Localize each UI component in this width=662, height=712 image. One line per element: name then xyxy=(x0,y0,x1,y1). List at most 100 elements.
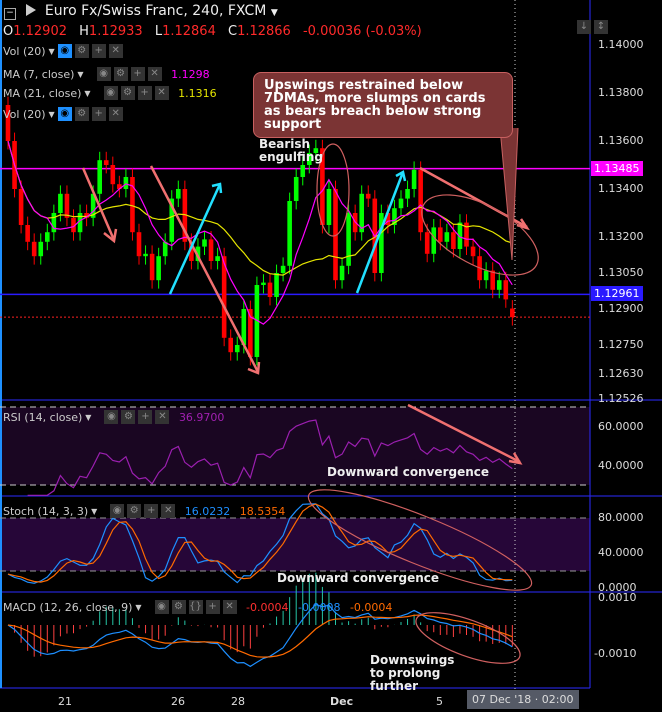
macd-tick: 0.0010 xyxy=(598,591,637,604)
close-icon[interactable]: ✕ xyxy=(147,67,162,81)
candle-down xyxy=(470,246,476,257)
legend-macd[interactable]: MACD (12, 26, close, 9) ▼ ◉ ⚙{} + ✕ -0.0004 … xyxy=(3,600,392,614)
price-tick: 1.12630 xyxy=(598,366,644,380)
macd-line-value: -0.0008 xyxy=(297,600,341,614)
close-icon[interactable]: ✕ xyxy=(108,107,123,121)
legend-vol-2[interactable]: Vol (20) ▼ ◉ ⚙ + ✕ xyxy=(3,107,123,121)
macd-hist-value: -0.0004 xyxy=(246,600,289,614)
open-value: 1.12902 xyxy=(13,24,67,39)
close-icon[interactable]: ✕ xyxy=(108,44,123,58)
gear-icon[interactable]: ⚙ xyxy=(113,67,128,81)
legend-stoch[interactable]: Stoch (14, 3, 3) ▼ ◉ ⚙ + ✕ 16.0232 18.5354 xyxy=(3,504,285,518)
plus-icon[interactable]: + xyxy=(137,86,152,100)
plus-icon[interactable]: + xyxy=(138,410,153,424)
candle-up xyxy=(293,177,299,201)
close-icon[interactable]: ✕ xyxy=(222,600,237,614)
candle-down xyxy=(451,232,456,249)
close-icon[interactable]: ✕ xyxy=(154,86,169,100)
plus-icon[interactable]: + xyxy=(144,504,159,518)
time-tick: 5 xyxy=(436,695,443,708)
high-value: 1.12933 xyxy=(88,24,143,39)
plus-icon[interactable]: + xyxy=(91,107,106,121)
candle-up xyxy=(431,227,437,254)
candle-up xyxy=(123,177,129,189)
gear-icon[interactable]: ⚙ xyxy=(74,44,89,58)
braces-icon[interactable]: {} xyxy=(188,600,203,614)
change-value: -0.00036 (-0.03%) xyxy=(302,24,422,39)
scale-fit-icon[interactable]: ↕ xyxy=(594,20,608,34)
candle-up xyxy=(261,282,266,285)
chart-title-bar[interactable]: − Euro Fx/Swiss Franc, 240, FXCM ▼ xyxy=(4,3,278,20)
candle-up xyxy=(58,193,63,213)
eye-icon[interactable]: ◉ xyxy=(103,86,118,100)
gear-icon[interactable]: ⚙ xyxy=(127,504,142,518)
legend-vol-1[interactable]: Vol (20) ▼ ◉ ⚙ + ✕ xyxy=(3,44,123,58)
price-tick: 1.12900 xyxy=(598,302,644,315)
eye-icon[interactable]: ◉ xyxy=(57,44,72,58)
candle-up xyxy=(97,160,102,194)
gear-icon[interactable]: ⚙ xyxy=(171,600,186,614)
candle-down xyxy=(110,165,116,185)
candle-up xyxy=(234,345,240,353)
candle-down xyxy=(103,160,109,165)
gear-icon[interactable]: ⚙ xyxy=(121,410,136,424)
rsi-tick: 60.0000 xyxy=(598,420,644,433)
legend-ma7[interactable]: MA (7, close) ▼ ◉ ⚙ + ✕ 1.1298 xyxy=(3,67,210,81)
macd-note: Downswings to prolong further xyxy=(370,653,455,693)
resistance-price-tag: 1.13485 xyxy=(591,161,643,176)
price-tick: 1.13400 xyxy=(598,182,644,195)
eye-icon[interactable]: ◉ xyxy=(57,107,72,121)
gear-icon[interactable]: ⚙ xyxy=(74,107,89,121)
price-tick: 1.14000 xyxy=(598,38,644,51)
candle-down xyxy=(267,282,273,297)
plus-icon[interactable]: + xyxy=(130,67,145,81)
support-price-tag: 1.12961 xyxy=(591,286,643,301)
plus-icon[interactable]: + xyxy=(91,44,106,58)
legend-rsi[interactable]: RSI (14, close) ▼ ◉ ⚙ + ✕ 36.9700 xyxy=(3,410,224,424)
collapse-icon[interactable]: − xyxy=(4,8,16,20)
plus-icon[interactable]: + xyxy=(205,600,220,614)
gear-icon[interactable]: ⚙ xyxy=(120,86,135,100)
candle-up xyxy=(51,213,57,233)
symbol-title[interactable]: Euro Fx/Swiss Franc, 240, FXCM xyxy=(45,3,266,19)
low-value: 1.12864 xyxy=(162,24,216,39)
candle-down xyxy=(18,189,24,225)
candle-up xyxy=(339,265,345,281)
price-tick: 1.13800 xyxy=(598,86,644,99)
candle-down xyxy=(31,241,37,257)
eye-icon[interactable]: ◉ xyxy=(104,410,119,424)
legend-ma21[interactable]: MA (21, close) ▼ ◉ ⚙ + ✕ 1.1316 xyxy=(3,86,217,100)
callout-note[interactable]: Upswings restrained below 7DMAs, more sl… xyxy=(253,72,513,138)
candle-up xyxy=(215,256,220,261)
close-icon[interactable]: ✕ xyxy=(155,410,170,424)
time-tick: Dec xyxy=(330,695,354,708)
candle-up xyxy=(176,189,181,199)
chevron-down-icon[interactable]: ▼ xyxy=(271,8,278,18)
candle-down xyxy=(228,337,233,353)
stoch-d-value: 18.5354 xyxy=(239,504,286,518)
bearish-engulfing-note: Bearish engulfing xyxy=(259,137,323,164)
candle-down xyxy=(208,239,214,261)
candle-up xyxy=(496,280,502,290)
candle-down xyxy=(149,253,155,281)
rsi-value: 36.9700 xyxy=(178,410,225,424)
eye-icon[interactable]: ◉ xyxy=(110,504,125,518)
stoch-tick: 80.0000 xyxy=(598,511,644,524)
candle-down xyxy=(424,232,430,254)
candle-up xyxy=(300,165,306,177)
eye-icon[interactable]: ◉ xyxy=(96,67,111,81)
price-tick: 1.12526 xyxy=(598,391,644,405)
ma21-value: 1.1316 xyxy=(178,86,217,100)
candle-up xyxy=(38,241,44,257)
price-tick: 1.12750 xyxy=(598,338,644,351)
ohlc-readout: O1.12902 H1.12933 L1.12864 C1.12866 -0.0… xyxy=(3,24,422,39)
candle-up xyxy=(287,201,292,266)
candle-up xyxy=(274,273,279,297)
close-icon[interactable]: ✕ xyxy=(161,504,176,518)
cursor-time-label: 07 Dec '18 · 02:00 xyxy=(467,690,579,709)
eye-icon[interactable]: ◉ xyxy=(154,600,169,614)
candle-up xyxy=(143,253,148,257)
close-value: 1.12866 xyxy=(237,24,291,39)
candle-down xyxy=(365,193,371,199)
scale-down-icon[interactable]: ↓ xyxy=(577,20,591,34)
